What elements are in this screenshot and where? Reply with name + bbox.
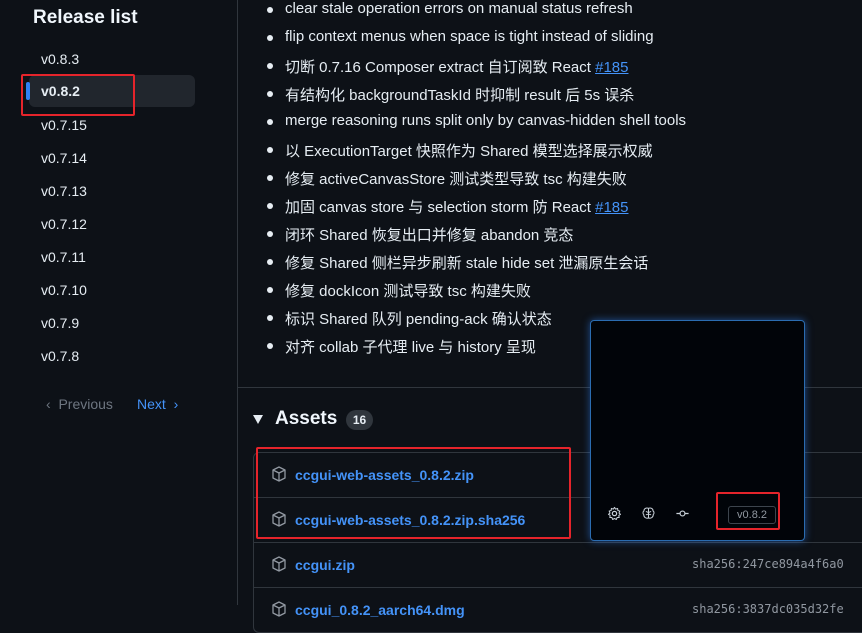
previous-page-link[interactable]: ‹ Previous [46,396,113,412]
release-sidebar: Release list v0.8.3 v0.8.2 v0.7.15 v0.7.… [0,0,237,605]
release-note-text: 切断 0.7.16 Composer extract 自订阅致 React [285,59,596,76]
release-note-text: 闭环 Shared 恢复出口并修复 abandon 竞态 [285,227,574,244]
release-note-text: 标识 Shared 队列 pending-ack 确认状态 [285,311,552,328]
issue-link-185[interactable]: #185 [595,199,628,216]
highlight-box-active-release [21,74,135,116]
release-note-text: 修复 dockIcon 测试导致 tsc 构建失败 [285,283,531,300]
release-item-label: v0.7.15 [41,117,87,133]
release-note-text: 对齐 collab 子代理 live 与 history 呈现 [285,339,536,356]
asset-sha: sha256:3837dc035d32fe [692,602,844,616]
release-item-label: v0.7.11 [41,249,86,265]
release-item-label: v0.8.3 [41,51,80,67]
release-item-v0-7-10[interactable]: v0.7.10 [29,274,195,306]
release-item-v0-8-3[interactable]: v0.8.3 [29,43,195,75]
release-item-label: v0.7.13 [41,183,87,199]
package-icon [272,556,286,572]
asset-link[interactable]: ccgui.zip [295,557,355,573]
chevron-right-icon: › [173,396,179,412]
release-item-label: v0.7.10 [41,282,87,298]
release-note-text: 修复 Shared 侧栏异步刷新 stale hide set 泄漏原生会话 [285,255,649,272]
commit-icon[interactable] [675,506,690,521]
release-note-text: 有结构化 backgroundTaskId 时抑制 result 后 5s 误杀 [285,87,635,104]
release-item-label: v0.7.8 [41,348,80,364]
assets-title[interactable]: Assets [275,408,337,430]
chevron-left-icon: ‹ [46,396,51,412]
gear-icon[interactable] [607,506,622,521]
highlight-box-version [716,492,780,530]
release-item-v0-7-11[interactable]: v0.7.11 [29,241,195,273]
package-icon [272,601,286,617]
release-item-v0-7-13[interactable]: v0.7.13 [29,175,195,207]
release-item-label: v0.7.14 [41,150,87,166]
release-note-text: merge reasoning runs split only by canva… [285,112,687,129]
caret-down-icon[interactable] [253,415,263,424]
issue-link-185[interactable]: #185 [595,59,628,76]
asset-row[interactable]: ccgui_0.8.2_aarch64.dmg sha256:3837dc035… [254,588,862,632]
release-note-text: 加固 canvas store 与 selection storm 防 Reac… [285,199,596,216]
release-item-label: v0.7.12 [41,216,87,232]
next-page-link[interactable]: Next › [137,396,178,412]
highlight-box-web-assets [256,447,571,539]
release-note-text: 修复 activeCanvasStore 测试类型导致 tsc 构建失败 [285,171,627,188]
release-item-v0-7-14[interactable]: v0.7.14 [29,142,195,174]
release-item-v0-7-12[interactable]: v0.7.12 [29,208,195,240]
next-label: Next [137,396,166,412]
asset-row[interactable]: ccgui.zip sha256:247ce894a4f6a0 [254,543,862,588]
assets-count-badge: 16 [346,410,373,430]
sidebar-divider [237,0,238,605]
release-note-text: clear stale operation errors on manual s… [285,0,633,17]
release-item-v0-7-8[interactable]: v0.7.8 [29,340,195,372]
release-note-text: flip context menus when space is tight i… [285,28,654,45]
release-item-label: v0.7.9 [41,315,80,331]
previous-label: Previous [58,396,113,412]
sidebar-title: Release list [33,7,138,28]
asset-link[interactable]: ccgui_0.8.2_aarch64.dmg [295,602,465,618]
release-item-v0-7-9[interactable]: v0.7.9 [29,307,195,339]
asset-sha: sha256:247ce894a4f6a0 [692,557,844,571]
release-note-text: 以 ExecutionTarget 快照作为 Shared 模型选择展示权威 [285,143,653,160]
brain-icon[interactable] [641,506,656,521]
